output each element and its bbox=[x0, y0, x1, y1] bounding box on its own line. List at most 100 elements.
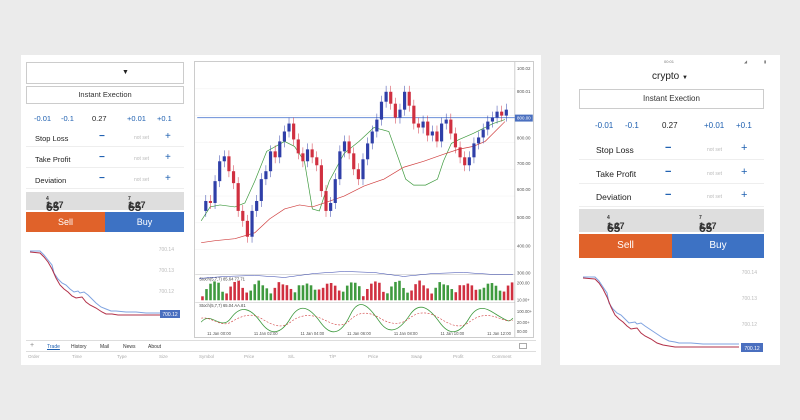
stop-loss-plus-button[interactable]: + bbox=[165, 131, 171, 142]
volume-input[interactable]: 0.27 bbox=[662, 121, 678, 130]
window-toggle-icon[interactable] bbox=[519, 343, 527, 349]
candle-body bbox=[319, 165, 323, 192]
deviation-input[interactable]: not set bbox=[134, 177, 149, 183]
histogram-bar bbox=[410, 290, 413, 301]
take-profit-plus-button[interactable]: + bbox=[165, 152, 171, 163]
sell-button[interactable]: Sell bbox=[26, 212, 105, 232]
stop-loss-minus-button[interactable]: − bbox=[99, 131, 105, 142]
histogram-bar bbox=[370, 283, 373, 301]
stop-loss-input[interactable]: not set bbox=[707, 147, 722, 153]
histogram-bar bbox=[466, 283, 470, 301]
histogram-bar bbox=[418, 280, 421, 301]
execution-mode-select[interactable]: Instant Exection bbox=[26, 86, 184, 104]
candle-body bbox=[486, 121, 490, 130]
candle-body bbox=[389, 91, 393, 104]
column-header: Type bbox=[117, 354, 127, 359]
deviation-label: Deviation bbox=[35, 176, 67, 185]
histogram-bar bbox=[442, 284, 446, 301]
tab-news[interactable]: News bbox=[123, 344, 136, 350]
deviation-minus-button[interactable]: − bbox=[665, 189, 671, 201]
tab-trade[interactable]: Trade bbox=[47, 344, 60, 350]
column-header: Time bbox=[72, 354, 82, 359]
buy-button[interactable]: Buy bbox=[672, 234, 764, 258]
volume-plus-small[interactable]: +0.01 bbox=[704, 121, 724, 130]
stop-loss-minus-button[interactable]: − bbox=[665, 142, 671, 154]
deviation-input[interactable]: not set bbox=[707, 194, 722, 200]
histogram-bar bbox=[321, 287, 325, 301]
y-tick-label: 600.00 bbox=[517, 187, 531, 192]
battery-icon: ▮ bbox=[764, 59, 767, 64]
candle-body bbox=[467, 157, 471, 166]
y-tick-label: 500.00 bbox=[517, 215, 531, 220]
tab-mail[interactable]: Mail bbox=[100, 344, 109, 350]
candle-body bbox=[329, 202, 333, 211]
y-tick-label: 100.02 bbox=[517, 66, 531, 71]
histogram-bar bbox=[402, 287, 405, 301]
volume-minus-large[interactable]: -0.1 bbox=[625, 121, 639, 130]
add-tab-icon[interactable]: + bbox=[30, 342, 34, 349]
candle-body bbox=[222, 156, 226, 162]
symbol-select[interactable]: ▼ bbox=[26, 62, 184, 84]
mobile-trading-window: 00:01 ◢ ▮ crypto ▼ Instant Exection -0.0… bbox=[560, 55, 780, 365]
histogram-bar bbox=[510, 282, 514, 301]
x-tick-label: 11 Jan 06:00 bbox=[347, 331, 371, 336]
candlestick-chart[interactable]: 100.02 800.01 800.00 700.00 600.00 500.0… bbox=[194, 61, 534, 338]
volume-minus-small[interactable]: -0.01 bbox=[595, 121, 613, 130]
execution-mode-select[interactable]: Instant Exection bbox=[579, 89, 764, 109]
price-axis-badge-label: 800.00 bbox=[517, 116, 531, 121]
stop-loss-input[interactable]: not set bbox=[134, 135, 149, 141]
take-profit-input[interactable]: not set bbox=[707, 171, 722, 177]
candle-body bbox=[296, 139, 300, 154]
histogram-bar bbox=[209, 283, 212, 301]
candle-body bbox=[352, 153, 356, 170]
column-header: T/P bbox=[329, 354, 337, 359]
histogram-bar bbox=[277, 282, 281, 301]
ask-price: 1.27 65 7 bbox=[699, 215, 717, 235]
symbol-select[interactable]: crypto ▼ bbox=[560, 71, 780, 82]
tick-axis-label: 700.13 bbox=[159, 268, 175, 274]
x-axis: 11 Jan 00:00 11 Jan 02:00 11 Jan 04:00 1… bbox=[207, 331, 511, 336]
volume-minus-small[interactable]: -0.01 bbox=[34, 114, 51, 123]
histogram-bar bbox=[201, 296, 204, 301]
take-profit-minus-button[interactable]: − bbox=[665, 166, 671, 178]
volume-plus-large[interactable]: +0.1 bbox=[157, 114, 172, 123]
terminal-tabs: + Trade History Mail News About bbox=[26, 340, 536, 352]
x-tick-label: 11 Jan 12:00 bbox=[487, 331, 511, 336]
histogram-bar bbox=[225, 293, 228, 301]
deviation-plus-button[interactable]: + bbox=[741, 189, 747, 201]
deviation-minus-button[interactable]: − bbox=[99, 173, 105, 184]
candle-body bbox=[213, 181, 217, 203]
histogram-bar bbox=[253, 284, 257, 301]
take-profit-input[interactable]: not set bbox=[134, 156, 149, 162]
candle-body bbox=[250, 210, 254, 237]
status-time: 00:01 bbox=[664, 59, 675, 64]
ask-price-big: 65 bbox=[699, 221, 713, 235]
tab-about[interactable]: About bbox=[148, 344, 161, 350]
histogram-bar bbox=[357, 286, 361, 301]
histogram-bar bbox=[454, 292, 458, 301]
sell-button[interactable]: Sell bbox=[579, 234, 672, 258]
deviation-plus-button[interactable]: + bbox=[165, 173, 171, 184]
candle-body bbox=[268, 151, 273, 172]
volume-minus-large[interactable]: -0.1 bbox=[61, 114, 74, 123]
candle-body bbox=[347, 141, 351, 154]
volume-input[interactable]: 0.27 bbox=[92, 114, 107, 123]
tab-history[interactable]: History bbox=[71, 344, 87, 350]
candle-body bbox=[412, 105, 416, 124]
chevron-down-icon[interactable]: ▼ bbox=[122, 69, 129, 76]
take-profit-minus-button[interactable]: − bbox=[99, 152, 105, 163]
take-profit-plus-button[interactable]: + bbox=[741, 166, 747, 178]
buy-button[interactable]: Buy bbox=[105, 212, 184, 232]
stoch2-main-line bbox=[200, 304, 514, 333]
histogram-bar bbox=[245, 292, 248, 301]
candle-body bbox=[421, 121, 425, 128]
volume-plus-large[interactable]: +0.1 bbox=[736, 121, 752, 130]
candle-body bbox=[435, 131, 439, 142]
histogram-bar bbox=[257, 280, 261, 301]
histogram-bar bbox=[229, 286, 232, 301]
volume-plus-small[interactable]: +0.01 bbox=[127, 114, 146, 123]
candle-body bbox=[245, 220, 250, 237]
histogram-bar bbox=[462, 285, 466, 301]
chevron-down-icon[interactable]: ▼ bbox=[682, 75, 688, 81]
stop-loss-plus-button[interactable]: + bbox=[741, 142, 747, 154]
